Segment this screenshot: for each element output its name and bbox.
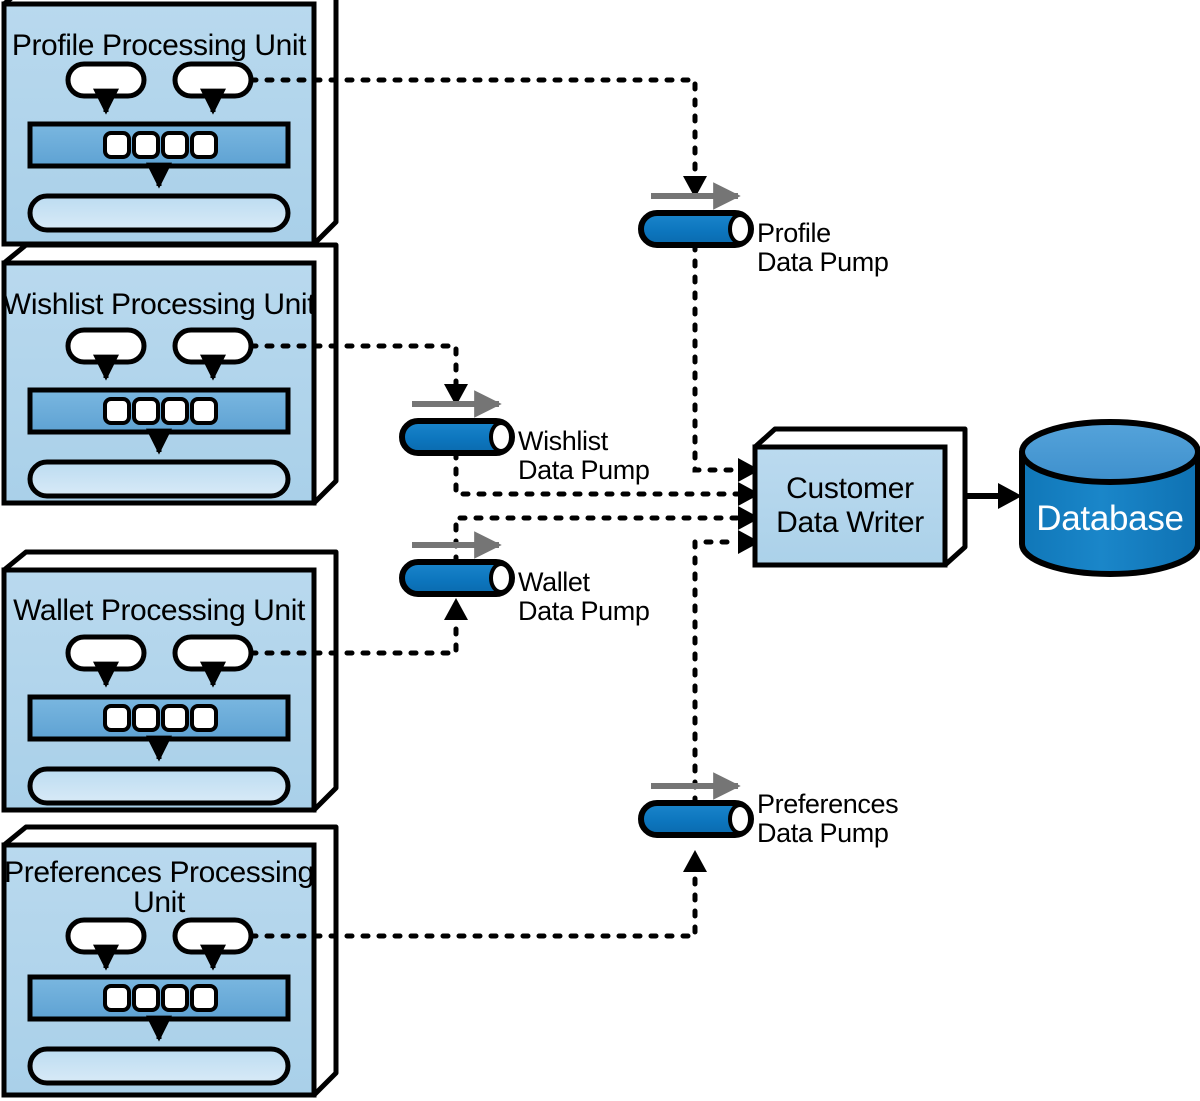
pump-label-wallet-line1: Wallet [518, 567, 591, 597]
data-pump-preferences[interactable]: Preferences Data Pump [638, 772, 899, 848]
database-top [1019, 419, 1200, 485]
input-node-2 [172, 634, 254, 672]
queue-slot-4 [190, 704, 218, 732]
queue-slot-1 [103, 704, 131, 732]
input-node-1 [65, 327, 147, 365]
output-bar [27, 459, 291, 499]
customer-data-writer[interactable]: Customer Data Writer [752, 426, 968, 568]
data-pump-wallet[interactable]: Wallet Data Pump [399, 531, 650, 626]
processing-unit-profile[interactable]: Profile Processing Unit [1, 0, 339, 247]
processing-unit-preferences[interactable]: Preferences Processing Unit [1, 824, 339, 1098]
pump-cap [728, 213, 752, 245]
queue-slot-3 [161, 131, 189, 159]
pump-label-profile-line1: Profile [757, 218, 831, 248]
output-bar [27, 1046, 291, 1086]
flow-profile-pump-to-writer [692, 242, 760, 482]
writer-label-line1: Customer [786, 472, 914, 505]
database-label: Database [1036, 499, 1183, 538]
queue-slot-4 [190, 397, 218, 425]
pump-label-wallet-line2: Data Pump [518, 596, 649, 626]
diagram-canvas: Profile Processing Unit Wishlist Process… [1, 0, 1200, 1098]
arrowhead-right [998, 483, 1022, 509]
flow-writer-to-database [965, 483, 1022, 509]
queue-slot-2 [132, 131, 160, 159]
processing-unit-wishlist[interactable]: Wishlist Processing Unit [1, 242, 339, 506]
pump-label-profile-line2: Data Pump [757, 247, 888, 277]
flow-wallet-pump-to-writer [453, 506, 760, 565]
pump-cap [728, 803, 752, 835]
database-cylinder[interactable]: Database [1019, 419, 1200, 577]
pump-label-wishlist-line2: Data Pump [518, 455, 649, 485]
data-pump-wishlist[interactable]: Wishlist Data Pump [399, 390, 650, 485]
unit-title-wallet: Wallet Processing Unit [13, 594, 306, 627]
arrowhead-up [683, 850, 707, 872]
queue-slot-3 [161, 984, 189, 1012]
pump-cap [489, 562, 513, 594]
queue-slot-2 [132, 704, 160, 732]
queue-slot-2 [132, 984, 160, 1012]
output-bar [27, 766, 291, 806]
dotted-path [692, 242, 741, 473]
queue-slot-3 [161, 397, 189, 425]
unit-title-preferences-line2: Unit [133, 886, 186, 919]
pump-label-wishlist-line1: Wishlist [518, 426, 609, 456]
queue-slot-4 [190, 984, 218, 1012]
queue-slot-1 [103, 397, 131, 425]
input-node-2 [172, 917, 254, 955]
input-node-1 [65, 634, 147, 672]
pump-label-preferences-line2: Data Pump [757, 818, 888, 848]
queue-slot-1 [103, 984, 131, 1012]
pump-cap [489, 421, 513, 453]
input-node-2 [172, 61, 254, 99]
pump-label-preferences-line1: Preferences [757, 789, 898, 819]
unit-title-wishlist: Wishlist Processing Unit [3, 288, 316, 321]
input-node-2 [172, 327, 254, 365]
queue-slot-3 [161, 704, 189, 732]
input-node-1 [65, 61, 147, 99]
data-pump-profile[interactable]: Profile Data Pump [638, 182, 889, 277]
writer-label-line2: Data Writer [776, 506, 924, 539]
queue-slot-1 [103, 131, 131, 159]
arrowhead-up [444, 598, 468, 620]
queue-slot-2 [132, 397, 160, 425]
flow-preferences-pump-to-writer [692, 530, 760, 806]
input-node-1 [65, 917, 147, 955]
processing-unit-wallet[interactable]: Wallet Processing Unit [1, 549, 339, 813]
architecture-diagram: Profile Processing Unit Wishlist Process… [0, 0, 1200, 1101]
queue-slot-4 [190, 131, 218, 159]
unit-title-preferences-line1: Preferences Processing [4, 856, 314, 889]
unit-title-profile: Profile Processing Unit [12, 29, 307, 62]
dotted-path [692, 539, 741, 806]
output-bar [27, 193, 291, 233]
